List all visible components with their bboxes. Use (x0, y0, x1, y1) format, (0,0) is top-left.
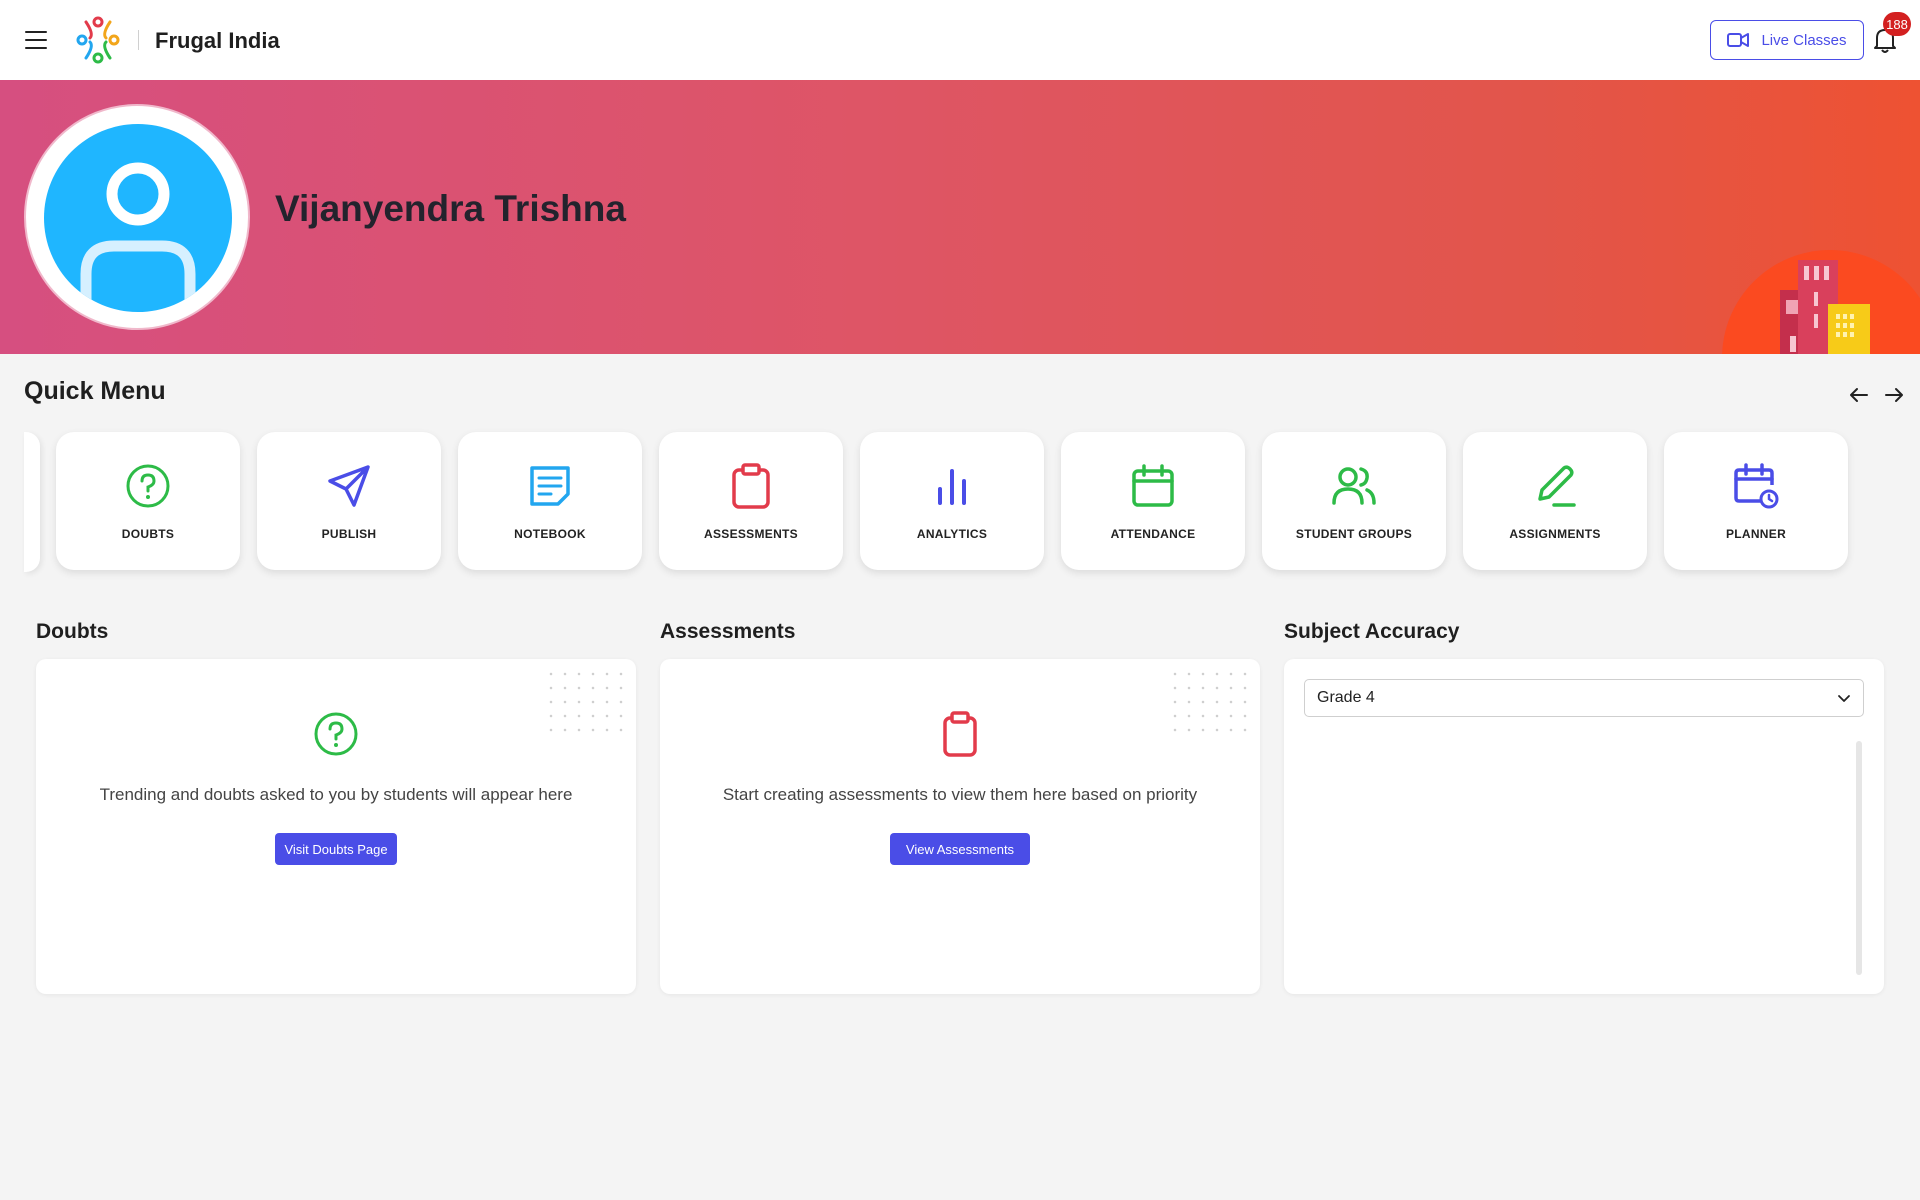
grade-select[interactable]: Grade 4 (1304, 679, 1864, 717)
quick-menu-label: ATTENDANCE (1110, 527, 1196, 541)
dot-pattern (544, 667, 628, 737)
doubts-section-title: Doubts (36, 620, 109, 643)
question-circle-icon (314, 712, 358, 756)
subject-accuracy-title: Subject Accuracy (1284, 620, 1460, 643)
profile-banner: Vijanyendra Trishna (0, 80, 1920, 354)
video-camera-icon (1727, 33, 1750, 47)
view-assessments-button[interactable]: View Assessments (890, 833, 1030, 865)
quick-menu-notebook[interactable]: NOTEBOOK (458, 432, 642, 570)
quick-menu-title: Quick Menu (24, 377, 166, 405)
doubts-panel: Trending and doubts asked to you by stud… (36, 659, 636, 994)
dot-pattern (1168, 667, 1252, 737)
live-classes-label: Live Classes (1761, 31, 1847, 49)
doubts-empty-message: Trending and doubts asked to you by stud… (99, 785, 573, 804)
assessments-panel: Start creating assessments to view them … (660, 659, 1260, 994)
pen-icon (1538, 465, 1576, 507)
menu-icon[interactable] (22, 28, 50, 52)
brand-name: Frugal India (155, 28, 280, 53)
avatar[interactable] (44, 124, 232, 312)
quick-menu-assignments[interactable]: ASSIGNMENTS (1463, 432, 1647, 570)
chevron-down-icon (1838, 695, 1850, 702)
quick-menu-publish[interactable]: PUBLISH (257, 432, 441, 570)
quick-menu-label: ASSESSMENTS (704, 527, 798, 541)
assessments-section-title: Assessments (660, 620, 796, 643)
grade-select-value: Grade 4 (1317, 689, 1375, 706)
notification-badge: 188 (1883, 12, 1911, 36)
scrollbar[interactable] (1856, 741, 1862, 975)
logo (76, 16, 120, 64)
arrow-right-icon[interactable] (1881, 382, 1907, 408)
question-circle-icon (126, 464, 170, 508)
quick-menu-analytics[interactable]: ANALYTICS (860, 432, 1044, 570)
user-name: Vijanyendra Trishna (275, 188, 626, 229)
users-icon (1332, 467, 1376, 505)
calendar-clock-icon (1734, 463, 1779, 509)
quick-menu-label: ANALYTICS (916, 527, 988, 541)
notebook-icon (530, 466, 570, 506)
assessments-empty-icon-wrap (935, 709, 985, 759)
bar-chart-icon (938, 469, 966, 505)
logo-divider (138, 30, 139, 50)
visit-doubts-button[interactable]: Visit Doubts Page (275, 833, 397, 865)
clipboard-icon (732, 463, 770, 509)
quick-menu-label: DOUBTS (121, 527, 175, 541)
quick-menu-label: STUDENT GROUPS (1295, 527, 1413, 541)
buildings-illustration (1722, 250, 1920, 354)
quick-menu-doubts[interactable]: DOUBTS (56, 432, 240, 570)
quick-menu-assessments[interactable]: ASSESSMENTS (659, 432, 843, 570)
avatar-ring (24, 104, 250, 330)
quick-menu-label: ASSIGNMENTS (1509, 527, 1601, 541)
quick-menu-label: NOTEBOOK (514, 527, 586, 541)
top-bar: Frugal India Live Classes 188 (0, 0, 1920, 80)
arrow-left-icon[interactable] (1846, 382, 1872, 408)
doubts-empty-icon-wrap (311, 709, 361, 759)
quick-menu-planner[interactable]: PLANNER (1664, 432, 1848, 570)
subject-accuracy-panel: Grade 4 (1284, 659, 1884, 994)
quick-menu-label: PUBLISH (321, 527, 377, 541)
live-classes-button[interactable]: Live Classes (1710, 20, 1864, 60)
quick-menu-card-partial[interactable] (24, 432, 40, 572)
calendar-icon (1132, 464, 1174, 507)
quick-menu-label: PLANNER (1725, 527, 1787, 541)
send-icon (328, 465, 370, 507)
quick-menu-student-groups[interactable]: STUDENT GROUPS (1262, 432, 1446, 570)
quick-menu-attendance[interactable]: ATTENDANCE (1061, 432, 1245, 570)
user-icon (80, 162, 196, 312)
clipboard-icon (943, 711, 977, 757)
assessments-empty-message: Start creating assessments to view them … (722, 785, 1198, 804)
